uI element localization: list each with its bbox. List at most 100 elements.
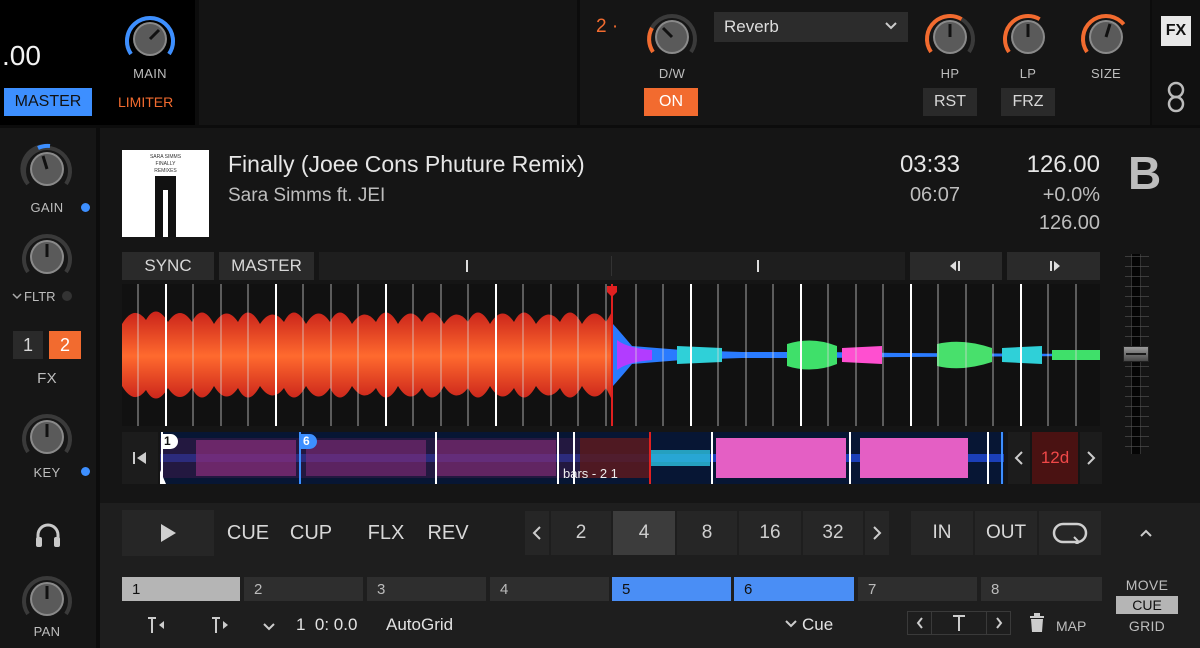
- tempo-fader-handle[interactable]: [1123, 346, 1149, 362]
- jump-back-icon: [950, 261, 960, 271]
- cue-type-value: Cue: [802, 615, 834, 634]
- collapse-button[interactable]: [1130, 518, 1162, 548]
- loop-size-4[interactable]: 4: [613, 511, 675, 555]
- size-label: SIZE: [1090, 66, 1122, 81]
- hotcue-row: 1 2 3 4 5 6 7 8: [122, 577, 1102, 601]
- loop-size-prev[interactable]: [525, 511, 549, 555]
- loop-active-button[interactable]: [1039, 511, 1101, 555]
- loop-size-32[interactable]: 32: [803, 511, 863, 555]
- filter-label: FLTR: [24, 288, 56, 304]
- sync-button[interactable]: SYNC: [122, 252, 214, 280]
- hotcue-7[interactable]: 7: [858, 577, 977, 601]
- master-button[interactable]: MASTER: [4, 88, 92, 116]
- autogrid-label[interactable]: AutoGrid: [386, 615, 453, 635]
- chevron-down-icon[interactable]: [262, 620, 276, 638]
- flux-button[interactable]: FLX: [358, 510, 414, 556]
- track-waveform[interactable]: [122, 284, 1100, 426]
- dw-label: D/W: [658, 66, 686, 81]
- jump-forward-icon: [1049, 261, 1060, 271]
- hotcue-1[interactable]: 1: [122, 577, 240, 601]
- cue-nav-marker[interactable]: [932, 612, 986, 634]
- dry-wet-knob[interactable]: [643, 8, 701, 66]
- loop-size-16[interactable]: 16: [739, 511, 801, 555]
- headphones-icon[interactable]: [34, 522, 62, 553]
- hotcue-4[interactable]: 4: [490, 577, 609, 601]
- pan-knob[interactable]: [18, 570, 76, 628]
- limiter-label: LIMITER: [118, 94, 174, 110]
- hotcue-8[interactable]: 8: [981, 577, 1102, 601]
- cue-badge-1[interactable]: 1: [161, 434, 178, 449]
- deck-letter: B: [1128, 147, 1162, 199]
- skip-start-icon: [133, 452, 146, 464]
- chevron-down-icon: [784, 615, 798, 635]
- phase-tick: [757, 260, 759, 272]
- main-volume-knob[interactable]: [121, 10, 179, 68]
- size-knob[interactable]: [1077, 8, 1135, 66]
- reverse-button[interactable]: REV: [420, 510, 476, 556]
- fx-label: FX: [37, 370, 57, 387]
- chevron-up-icon: [1140, 529, 1152, 537]
- hotcue-6[interactable]: 6: [734, 577, 854, 601]
- move-mode-cue-button[interactable]: CUE: [1116, 596, 1178, 614]
- key-label: KEY: [33, 465, 61, 480]
- cue-badge-6[interactable]: 6: [300, 434, 317, 449]
- fx-panel-button[interactable]: FX: [1161, 16, 1191, 46]
- grid-label[interactable]: GRID: [1116, 618, 1178, 634]
- track-artist: Sara Simms ft. JEI: [228, 185, 386, 206]
- beatjump-back-button[interactable]: [910, 252, 1002, 280]
- play-button[interactable]: [122, 510, 214, 556]
- gain-knob[interactable]: [18, 140, 76, 198]
- trash-icon[interactable]: [1028, 613, 1046, 638]
- hp-knob[interactable]: [921, 8, 979, 66]
- loop-in-button[interactable]: IN: [911, 511, 973, 555]
- top-spacer: [199, 0, 577, 125]
- beatjump-forward-button[interactable]: [1007, 252, 1100, 280]
- cue-nav-prev[interactable]: [908, 612, 932, 634]
- loop-size-2[interactable]: 2: [551, 511, 611, 555]
- master-sync-button[interactable]: MASTER: [219, 252, 314, 280]
- loop-length-badge[interactable]: 12d: [1032, 432, 1078, 484]
- map-button[interactable]: MAP: [1056, 618, 1086, 634]
- lp-knob[interactable]: [999, 8, 1057, 66]
- rst-button[interactable]: RST: [923, 88, 977, 116]
- link-icon[interactable]: [1165, 80, 1187, 119]
- filter-toggle[interactable]: FLTR: [12, 288, 92, 304]
- fx-assign-1[interactable]: 1: [13, 331, 43, 359]
- loop-size-next[interactable]: [865, 511, 889, 555]
- jump-to-start-button[interactable]: [122, 432, 158, 484]
- filter-knob[interactable]: [18, 228, 76, 286]
- gain-indicator-dot: [81, 203, 90, 212]
- cue-type-select[interactable]: Cue: [784, 615, 833, 635]
- key-knob[interactable]: [18, 408, 76, 466]
- lp-label: LP: [1019, 66, 1037, 81]
- overview-prev-button[interactable]: [1008, 432, 1030, 484]
- grid-marker-right-icon[interactable]: [210, 616, 230, 639]
- phase-meter: [319, 252, 905, 280]
- fx-on-button[interactable]: ON: [644, 88, 698, 116]
- fx-unit-number: 2 ·: [596, 16, 619, 37]
- track-overview[interactable]: 1 6 bars - 2 1: [160, 432, 1004, 484]
- fx-assign-2[interactable]: 2: [49, 331, 81, 359]
- hotcue-2[interactable]: 2: [244, 577, 363, 601]
- effect-select[interactable]: Reverb: [714, 12, 908, 42]
- loop-out-button[interactable]: OUT: [975, 511, 1037, 555]
- original-bpm: 126.00: [1038, 212, 1100, 234]
- cue-marker-icon: [953, 615, 965, 631]
- hotcue-5[interactable]: 5: [612, 577, 731, 601]
- grid-marker-left-icon[interactable]: [146, 616, 166, 639]
- cue-button[interactable]: CUE: [220, 510, 276, 556]
- loop-size-8[interactable]: 8: [677, 511, 737, 555]
- loop-size-selector: 2 4 8 16 32: [525, 511, 889, 555]
- key-indicator-dot: [81, 467, 90, 476]
- overview-next-button[interactable]: [1080, 432, 1102, 484]
- hotcue-3[interactable]: 3: [367, 577, 486, 601]
- phase-tick: [466, 260, 468, 272]
- chevron-right-icon: [1087, 451, 1096, 465]
- chevron-down-icon: [884, 17, 898, 37]
- bars-readout: bars - 2 1: [563, 466, 618, 481]
- frz-button[interactable]: FRZ: [1001, 88, 1055, 116]
- cue-nav-next[interactable]: [986, 612, 1010, 634]
- track-title: Finally (Joee Cons Phuture Remix): [228, 151, 585, 177]
- cup-button[interactable]: CUP: [282, 510, 340, 556]
- fx-unit-panel: 2 · D/W ON Reverb HP RST LP FRZ SIZE: [580, 0, 1150, 125]
